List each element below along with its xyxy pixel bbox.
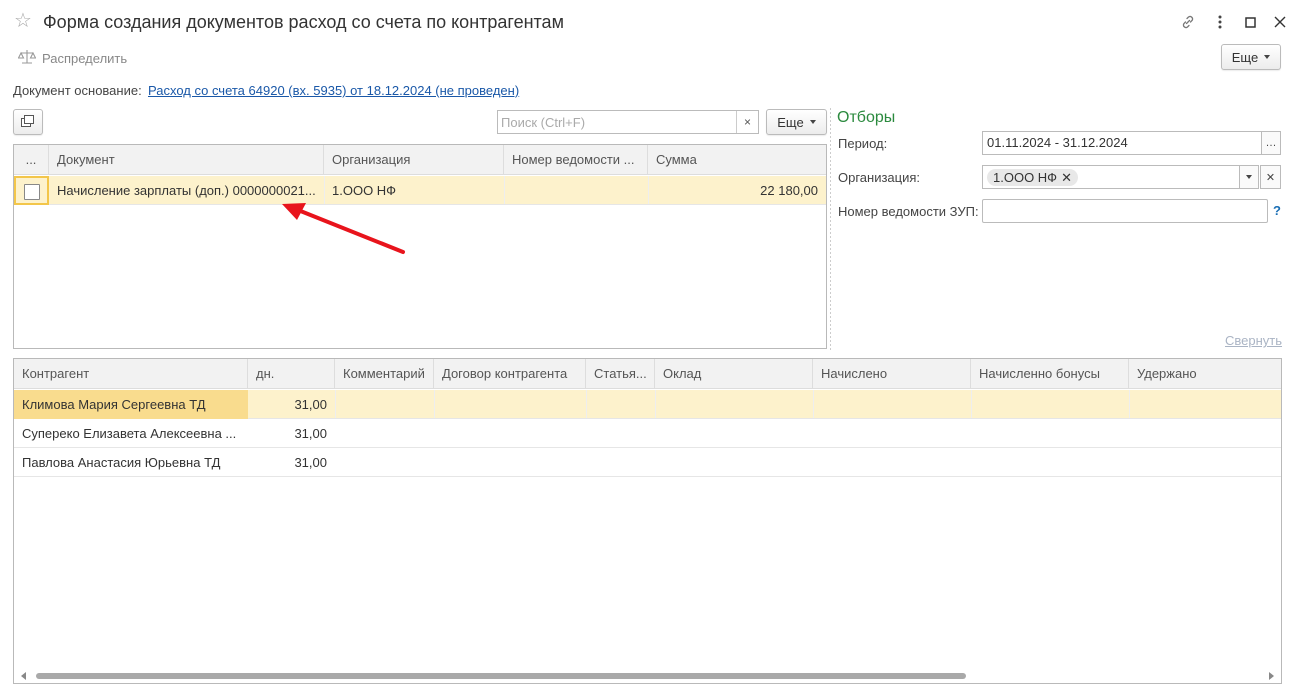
chevron-down-icon [1246, 175, 1252, 179]
column-header-comment[interactable]: Комментарий [335, 359, 434, 389]
column-header-accrued[interactable]: Начислено [813, 359, 971, 389]
scrollbar-thumb[interactable] [36, 673, 966, 679]
form-more-label: Еще [1231, 49, 1259, 65]
column-header-organization[interactable]: Организация [324, 145, 504, 175]
organization-field[interactable]: 1.ООО НФ ✕ [982, 165, 1240, 189]
column-header-select[interactable]: ... [14, 145, 49, 175]
annotation-arrow [282, 203, 405, 254]
distribute-label: Распределить [42, 50, 128, 66]
table-more-label: Еще [777, 114, 804, 130]
zup-number-label: Номер ведомости ЗУП: [838, 204, 979, 219]
days-cell[interactable]: 31,00 [248, 448, 335, 477]
column-header-contract[interactable]: Договор контрагента [434, 359, 586, 389]
basis-document-link[interactable]: Расход со счета 64920 (вх. 5935) от 18.1… [148, 83, 519, 98]
documents-table: ... Документ Организация Номер ведомости… [13, 144, 827, 349]
filters-title: Отборы [837, 109, 896, 126]
contractors-table: Контрагент дн. Комментарий Договор контр… [13, 358, 1282, 684]
column-header-contractor[interactable]: Контрагент [14, 359, 248, 389]
horizontal-scrollbar[interactable] [14, 669, 1281, 683]
table-more-button[interactable]: Еще [766, 109, 827, 135]
period-select-button[interactable]: … [1261, 131, 1281, 155]
days-cell[interactable]: 31,00 [248, 390, 335, 419]
basis-label: Документ основание: [13, 83, 142, 98]
organization-clear-button[interactable]: ✕ [1260, 165, 1281, 189]
scales-icon [17, 49, 37, 68]
organization-chip[interactable]: 1.ООО НФ ✕ [987, 169, 1078, 186]
search-box: × [497, 110, 759, 134]
sum-cell[interactable]: 22 180,00 [648, 176, 826, 205]
search-input[interactable] [498, 111, 736, 133]
collapse-link[interactable]: Свернуть [1225, 333, 1282, 348]
contractor-cell[interactable]: Супереко Елизавета Алексеевна ... [14, 419, 248, 448]
copy-button[interactable] [13, 109, 43, 135]
table-row[interactable]: Начисление зарплаты (доп.) 0000000021...… [14, 176, 826, 205]
chevron-down-icon [809, 120, 816, 124]
table-row[interactable]: Супереко Елизавета Алексеевна ... 31,00 [14, 419, 1281, 448]
chevron-down-icon [1264, 55, 1271, 59]
column-header-days[interactable]: дн. [248, 359, 335, 389]
column-header-withheld[interactable]: Удержано [1129, 359, 1281, 389]
column-header-sum[interactable]: Сумма [648, 145, 826, 175]
days-cell[interactable]: 31,00 [248, 419, 335, 448]
contractors-table-header: Контрагент дн. Комментарий Договор контр… [14, 359, 1281, 389]
help-icon[interactable]: ? [1273, 203, 1281, 218]
period-field[interactable]: 01.11.2024 - 31.12.2024 [982, 131, 1262, 155]
row-checkbox[interactable] [24, 184, 40, 200]
zup-number-field[interactable] [982, 199, 1268, 223]
documents-table-header: ... Документ Организация Номер ведомости… [14, 145, 826, 175]
column-header-document[interactable]: Документ [49, 145, 324, 175]
favorite-star-icon[interactable]: ☆ [14, 9, 32, 33]
scroll-left-icon[interactable] [21, 672, 26, 680]
more-actions-icon[interactable] [1208, 10, 1232, 34]
column-header-accrued-bonuses[interactable]: Начисленно бонусы [971, 359, 1129, 389]
column-header-statement-number[interactable]: Номер ведомости ... [504, 145, 648, 175]
copy-icon [20, 114, 36, 131]
window-title: Форма создания документов расход со счет… [43, 12, 564, 32]
column-header-article[interactable]: Статья... [586, 359, 655, 389]
remove-chip-icon[interactable]: ✕ [1061, 170, 1072, 186]
maximize-icon[interactable] [1238, 10, 1262, 34]
column-header-salary[interactable]: Оклад [655, 359, 813, 389]
contractor-cell[interactable]: Павлова Анастасия Юрьевна ТД [14, 448, 248, 477]
row-checkbox-cell[interactable] [14, 176, 49, 205]
statement-number-cell[interactable] [504, 176, 648, 205]
table-row[interactable]: Павлова Анастасия Юрьевна ТД 31,00 [14, 448, 1281, 477]
contractor-cell[interactable]: Климова Мария Сергеевна ТД [14, 390, 248, 419]
clear-search-icon[interactable]: × [736, 111, 758, 133]
period-label: Период: [838, 136, 888, 151]
close-icon[interactable] [1268, 10, 1292, 34]
form-more-button[interactable]: Еще [1221, 44, 1281, 70]
distribute-button[interactable]: Распределить [17, 47, 128, 69]
table-row[interactable]: Климова Мария Сергеевна ТД 31,00 [14, 390, 1281, 419]
organization-chip-label: 1.ООО НФ [993, 170, 1058, 185]
link-icon[interactable] [1176, 10, 1200, 34]
organization-dropdown-button[interactable] [1239, 165, 1259, 189]
organization-label: Организация: [838, 170, 921, 185]
scroll-right-icon[interactable] [1269, 672, 1274, 680]
